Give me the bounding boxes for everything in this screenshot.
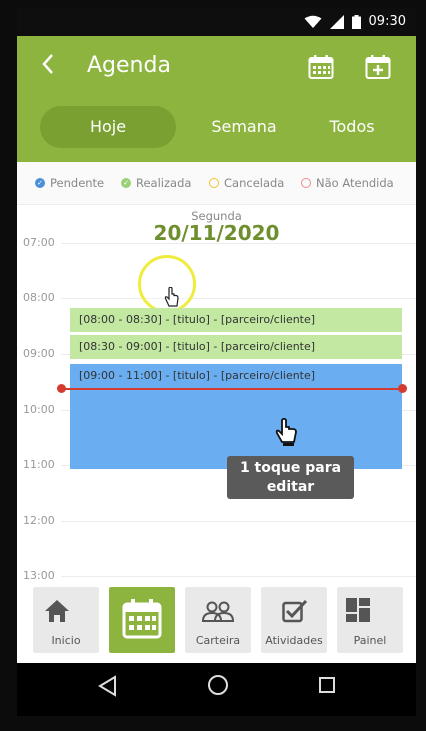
circle-icon xyxy=(301,178,311,188)
hour-divider xyxy=(61,243,416,244)
nav-carteira[interactable]: Carteira xyxy=(185,587,251,653)
home-circle-icon[interactable] xyxy=(207,674,229,696)
tab-hoje[interactable]: Hoje xyxy=(40,106,176,148)
bottom-nav: Inicio Carteira Atividades Painel xyxy=(17,585,416,663)
edit-tooltip: 1 toque para editar xyxy=(227,456,354,499)
hour-divider xyxy=(61,521,416,522)
calendar-icon xyxy=(122,599,162,639)
hand-pointer-icon xyxy=(164,287,179,307)
wifi-icon xyxy=(304,15,322,28)
android-nav-bar xyxy=(17,663,416,716)
legend-item-cancelada: Cancelada xyxy=(209,176,284,190)
hour-label: 12:00 xyxy=(23,514,55,527)
current-time-line xyxy=(62,388,403,390)
nav-painel[interactable]: Painel xyxy=(337,587,403,653)
current-time-dot xyxy=(398,384,407,393)
nav-inicio[interactable]: Inicio xyxy=(33,587,99,653)
hour-label: 11:00 xyxy=(23,458,55,471)
hour-label: 08:00 xyxy=(23,291,55,304)
legend-item-realizada: ✓ Realizada xyxy=(121,176,191,190)
hour-label: 09:00 xyxy=(23,347,55,360)
check-circle-icon: ✓ xyxy=(121,178,131,188)
hour-label: 10:00 xyxy=(23,403,55,416)
event-item[interactable]: [09:00 - 11:00] - [titulo] - [parceiro/c… xyxy=(70,364,402,469)
people-icon xyxy=(202,601,234,622)
clock: 09:30 xyxy=(368,14,406,29)
home-icon xyxy=(45,600,69,622)
event-item[interactable]: [08:30 - 09:00] - [titulo] - [parceiro/c… xyxy=(70,335,402,359)
hand-pointer-icon xyxy=(275,418,297,446)
selected-date: 20/11/2020 xyxy=(153,221,280,245)
phone-screen: 09:30 Agenda Hoje Semana Todos ✓ Pendent… xyxy=(17,8,416,716)
app-bar: Agenda Hoje Semana Todos xyxy=(17,36,416,162)
back-triangle-icon[interactable] xyxy=(97,675,117,697)
hour-divider xyxy=(61,298,416,299)
battery-icon xyxy=(351,14,361,29)
signal-icon xyxy=(329,14,344,29)
recents-square-icon[interactable] xyxy=(318,676,336,694)
legend-item-nao-atendida: Não Atendida xyxy=(301,176,394,190)
day-calendar[interactable]: Segunda 20/11/2020 07:00 08:00 09:00 10:… xyxy=(17,205,416,585)
dashboard-icon xyxy=(346,598,370,622)
hour-label: 07:00 xyxy=(23,236,55,249)
hour-label: 13:00 xyxy=(23,569,55,582)
current-time-dot xyxy=(57,384,66,393)
calendar-add-icon[interactable] xyxy=(365,54,391,82)
circle-icon xyxy=(209,178,219,188)
tab-todos[interactable]: Todos xyxy=(315,106,389,148)
chevron-left-icon[interactable] xyxy=(41,52,55,82)
event-item[interactable]: [08:00 - 08:30] - [titulo] - [parceiro/c… xyxy=(70,308,402,332)
status-bar: 09:30 xyxy=(17,8,416,36)
calendar-icon[interactable] xyxy=(308,54,334,82)
tab-semana[interactable]: Semana xyxy=(199,106,289,148)
checkbox-icon xyxy=(282,599,308,623)
legend-item-pendente: ✓ Pendente xyxy=(35,176,104,190)
nav-agenda[interactable] xyxy=(109,587,175,653)
nav-atividades[interactable]: Atividades xyxy=(261,587,327,653)
page-title: Agenda xyxy=(87,53,171,78)
check-circle-icon: ✓ xyxy=(35,178,45,188)
status-legend: ✓ Pendente ✓ Realizada Cancelada Não Ate… xyxy=(17,162,416,205)
hour-divider xyxy=(61,576,416,577)
